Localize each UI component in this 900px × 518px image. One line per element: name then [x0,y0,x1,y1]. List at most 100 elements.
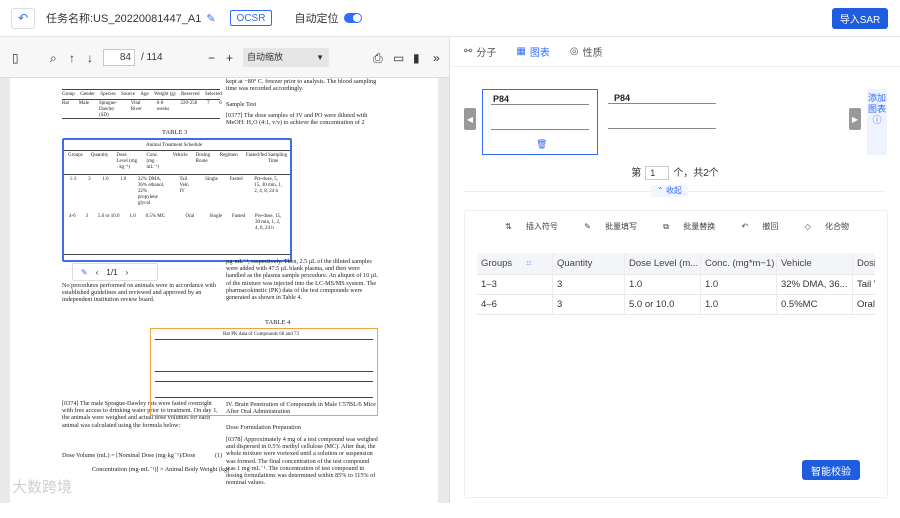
more-tools-icon[interactable]: » [433,51,440,65]
prev-arrow-icon[interactable]: ‹ [96,268,99,277]
back-arrow-icon: ↶ [17,11,29,25]
collapse-button[interactable]: ⌃ 收起 [651,185,688,197]
table3-row-2: 4-6 3 5.0 or 10.0 1.0 0.5% MC Oral Single Faste… [68,214,282,231]
arrow-up-icon[interactable]: ↑ [69,51,75,65]
dose-prep-heading: Dose Formulation Preparation [226,424,301,431]
compound-button[interactable]: ◇ 化合物 [799,222,855,231]
pager: 第 1 个，共2个 [631,166,719,181]
sample-test-heading: Sample Test [226,101,257,108]
formula-number: (1) [215,452,223,459]
grid-header-cell[interactable]: Groups ⌗ [477,253,553,274]
molecule-icon: ⚯ [464,46,473,57]
compound-icon: ◇ [804,222,811,231]
zoom-out-icon[interactable]: − [208,51,215,65]
import-sar-button[interactable]: 导入SAR [832,8,888,29]
auto-position-label: 自动定位 [294,13,339,25]
edit-icon[interactable]: ✎ [206,12,215,25]
tab-table[interactable]: ▦ 图表 [516,44,549,59]
thumbnail-strip: P84 🗑 P84 [464,89,872,165]
tab-molecule[interactable]: ⚯ 分子 [464,44,496,59]
section-iv-heading: IV. Brain Penetration of Compounds in Ma… [226,401,376,416]
grid-header-cell[interactable]: Conc. (mg*m−1) [701,253,777,274]
grid-cell[interactable]: 1.0 [701,275,777,294]
pdf-toolbar: ▯ ⌕ ↑ ↓ 84 / 114 − + 自动缩放 ▼ ⎙ ▭ ▮ » [0,37,449,78]
property-icon: ◎ [569,46,579,57]
grid-header-cell[interactable]: Dosin [853,253,875,274]
table4-title: TABLE 4 [265,319,291,326]
grid-cell[interactable]: 1.0 [625,275,701,294]
auto-position-toggle[interactable] [344,13,363,23]
chevron-right-icon: ▶ [851,114,859,124]
print-icon[interactable]: ⎙ [373,51,383,66]
table-icon: ▦ [516,46,526,57]
grid-cell[interactable]: Tail V [853,275,875,294]
animal-table-row: Rat Male Sprague-Dawley (SD) Vital River 6-8… [62,101,222,118]
watermark: 大数跨境 [12,478,73,496]
task-name: 任务名称:US_20220081447_A1 [46,13,202,25]
ocsr-tag[interactable]: OCSR [229,10,273,26]
insert-symbol-button[interactable]: ⇅ 插入符号 [499,222,564,231]
chevron-down-icon: ▼ [316,53,324,62]
grid-cell[interactable]: 1–3 [477,275,553,294]
grid-header-cell[interactable]: Quantity [553,253,625,274]
table3-row-1: 1-3 3 1.0 1.0 32% DMA, 36% ethanol, 32% prop… [69,177,282,206]
arrow-down-icon[interactable]: ↓ [87,51,93,65]
grid-header-cell[interactable]: Vehicle [777,253,853,274]
info-icon: ⓘ [872,115,882,125]
animal-table-header: Group Gender Species Source Age Weight (g) Res… [62,92,222,97]
grid-cell[interactable]: 4–6 [477,295,553,314]
tag-icon: ⌗ [526,258,532,269]
smart-check-button[interactable]: 智能校验 [802,460,860,480]
extraction-panel: ⚯ 分子 ▦ 图表 ◎ 性质 ◀ P84 🗑 P84 ▶ 添加图表 ⓘ 第 1 个，共2个 … [450,37,900,503]
grid-header-cell[interactable]: Dose Level (m... [625,253,701,274]
zoom-select[interactable]: 自动缩放 ▼ [243,48,329,67]
page-number-input[interactable]: 84 [103,49,135,66]
pdf-viewer: ▯ ⌕ ↑ ↓ 84 / 114 − + 自动缩放 ▼ ⎙ ▭ ▮ » Group… [0,37,450,518]
pdf-page: Group Gender Species Source Age Weight (g) Res… [10,78,438,518]
grid-cell[interactable]: 3 [553,275,625,294]
table3-selection[interactable]: Animal Treatment Schedule Groups Quantity… [62,138,292,262]
table-toolbar: ⇅ 插入符号 ✎ 批量填写 ⧉ 批量替换 ↶ 撤回 ◇ 化合物 [465,221,889,232]
batch-replace-button[interactable]: ⧉ 批量替换 [657,222,721,231]
undo-icon: ↶ [741,222,749,231]
batch-fill-button[interactable]: ✎ 批量填写 [578,222,643,231]
top-bar: ↶ 任务名称:US_20220081447_A1 ✎ OCSR 自动定位 导入S… [0,0,900,37]
add-chart-button[interactable]: 添加图表 ⓘ [867,89,887,155]
sidebar-toggle-icon[interactable]: ▯ [12,51,19,65]
left-paragraph: No procedures performed on animals were … [62,282,216,304]
undo-button[interactable]: ↶ 撤回 [735,222,784,231]
paragraph-0378: [0378] Approximately 4 mg of a test comp… [226,436,378,487]
table-row: 4–6 3 5.0 or 10.0 1.0 0.5%MC Oral [477,295,875,315]
batch-fill-icon: ✎ [584,222,591,231]
pager-input[interactable]: 1 [645,166,670,181]
back-button[interactable]: ↶ [11,7,35,29]
next-arrow-icon[interactable]: › [126,268,129,277]
table-row: 1–3 3 1.0 1.0 32% DMA, 36... Tail V [477,275,875,295]
grid-cell[interactable]: 1.0 [701,295,777,314]
search-icon[interactable]: ⌕ [50,51,57,66]
table3-title: TABLE 3 [162,129,188,136]
grid-cell[interactable]: 3 [553,295,625,314]
thumbnail-2[interactable]: P84 [604,89,720,155]
pdf-page-next [10,485,438,515]
page-total: / 114 [141,52,163,63]
tab-property[interactable]: ◎ 性质 [570,44,603,59]
grid-cell[interactable]: 32% DMA, 36... [777,275,853,294]
edit-icon[interactable]: ✎ [81,268,88,277]
right-tabs: ⚯ 分子 ▦ 图表 ◎ 性质 [450,37,900,67]
chevron-up-icon: ⌃ [657,186,664,195]
selection-toolbar: ✎ ‹ 1/1 › [72,263,158,281]
zoom-in-icon[interactable]: + [226,51,233,65]
folder-icon[interactable]: ▭ [393,51,404,65]
grid-cell[interactable]: 0.5%MC [777,295,853,314]
delete-icon[interactable]: 🗑 [536,139,547,150]
formula-line-1: Dose Volume (mL) = [Nominal Dose (mg·kg⁻… [62,452,196,459]
paragraph-0377: [0377] The dose samples of IV and PO wer… [226,112,368,127]
thumb-next-button[interactable]: ▶ [849,108,861,130]
batch-replace-icon: ⧉ [663,222,670,231]
grid-cell[interactable]: 5.0 or 10.0 [625,295,701,314]
bookmark-icon[interactable]: ▮ [413,51,420,65]
selection-page: 1/1 [106,267,118,277]
thumbnail-1[interactable]: P84 🗑 [482,89,598,155]
grid-cell[interactable]: Oral [853,295,875,314]
